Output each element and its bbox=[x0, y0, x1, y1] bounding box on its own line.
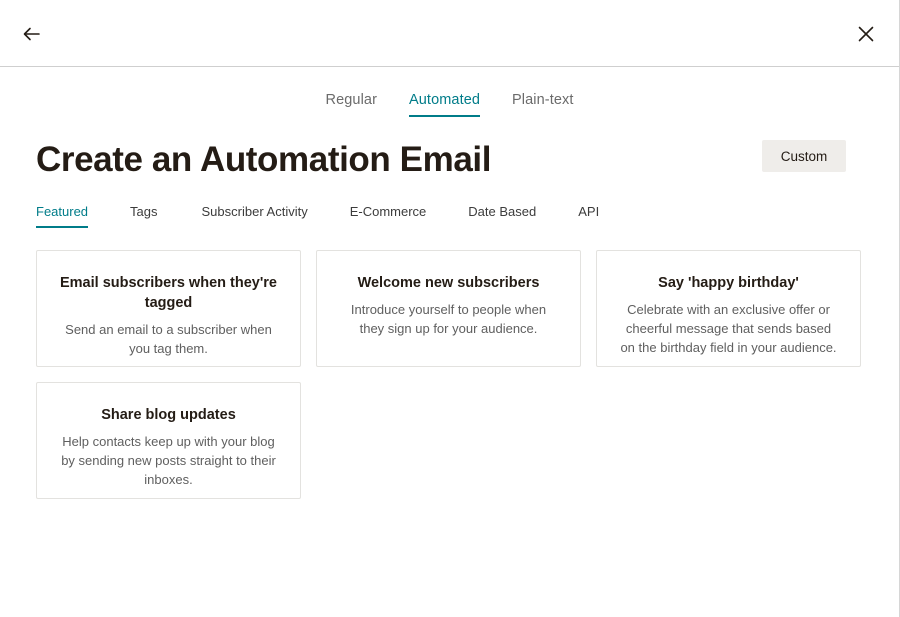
tab-subscriber-activity[interactable]: Subscriber Activity bbox=[202, 203, 308, 228]
app-viewport: Regular Automated Plain-text Create an A… bbox=[0, 0, 900, 617]
tab-api[interactable]: API bbox=[578, 203, 599, 228]
card-description: Celebrate with an exclusive offer or che… bbox=[617, 300, 840, 357]
automation-card[interactable]: Share blog updates Help contacts keep up… bbox=[36, 382, 301, 499]
top-bar bbox=[0, 0, 899, 67]
close-button[interactable] bbox=[850, 18, 882, 50]
tab-date-based[interactable]: Date Based bbox=[468, 203, 536, 228]
tab-regular[interactable]: Regular bbox=[326, 91, 377, 117]
card-title: Share blog updates bbox=[57, 405, 280, 425]
card-title: Email subscribers when they're tagged bbox=[57, 273, 280, 313]
automation-card[interactable]: Say 'happy birthday' Celebrate with an e… bbox=[596, 250, 861, 367]
category-tabs: Featured Tags Subscriber Activity E-Comm… bbox=[36, 191, 863, 228]
tab-tags[interactable]: Tags bbox=[130, 203, 157, 228]
email-type-tabs: Regular Automated Plain-text bbox=[0, 67, 899, 117]
automation-card[interactable]: Welcome new subscribers Introduce yourse… bbox=[316, 250, 581, 367]
card-description: Introduce yourself to people when they s… bbox=[337, 300, 560, 338]
card-description: Send an email to a subscriber when you t… bbox=[57, 320, 280, 358]
automation-card-grid: Email subscribers when they're tagged Se… bbox=[36, 228, 863, 499]
tab-featured[interactable]: Featured bbox=[36, 203, 88, 228]
tab-automated[interactable]: Automated bbox=[409, 91, 480, 117]
title-row: Create an Automation Email Custom bbox=[36, 117, 863, 191]
card-title: Say 'happy birthday' bbox=[617, 273, 840, 293]
page-title: Create an Automation Email bbox=[36, 139, 863, 181]
card-title: Welcome new subscribers bbox=[337, 273, 560, 293]
automation-card[interactable]: Email subscribers when they're tagged Se… bbox=[36, 250, 301, 367]
tab-e-commerce[interactable]: E-Commerce bbox=[350, 203, 427, 228]
tab-plain-text[interactable]: Plain-text bbox=[512, 91, 573, 117]
close-icon bbox=[858, 26, 874, 42]
back-button[interactable] bbox=[15, 18, 47, 50]
custom-button[interactable]: Custom bbox=[762, 140, 846, 172]
card-description: Help contacts keep up with your blog by … bbox=[57, 432, 280, 489]
arrow-left-icon bbox=[23, 27, 40, 41]
